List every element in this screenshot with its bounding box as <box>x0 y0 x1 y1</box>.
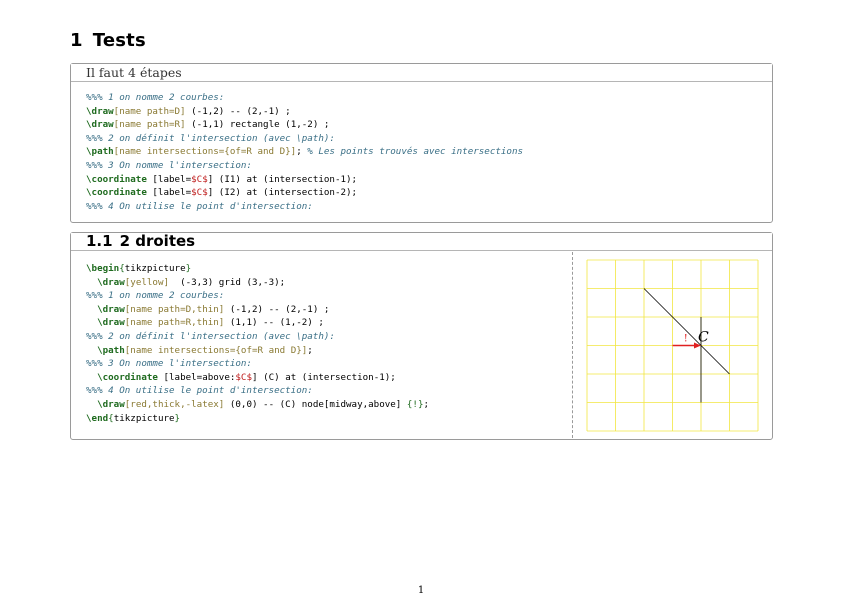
code-token: %%% 3 On nomme l'intersection: <box>86 159 252 171</box>
code-line: \path[name intersections={of=R and D}]; … <box>86 145 523 159</box>
code-line: \coordinate [label=$C$] (I2) at (interse… <box>86 186 523 200</box>
code-token: tikzpicture <box>113 412 175 424</box>
code-token: \begin <box>86 263 120 274</box>
code-line: \draw[red,thick,-latex] (0,0) -- (C) nod… <box>86 398 429 412</box>
code-token: \path <box>86 146 114 158</box>
tikz-figure-canvas: ! C <box>586 259 759 432</box>
code-token: $C$ <box>191 187 208 199</box>
section-heading: 1 Tests <box>70 30 146 51</box>
code-line: %%% 3 On nomme l'intersection: <box>86 159 523 173</box>
code-line: %%% 3 On nomme l'intersection: <box>86 357 429 371</box>
code-token: [name path=R] <box>113 119 186 131</box>
tikz-figure: ! C <box>586 259 759 437</box>
code-line: \draw[name path=D,thin] (-1,2) -- (2,-1)… <box>86 303 429 317</box>
code-token: \coordinate <box>97 371 158 383</box>
code-token: \draw <box>97 398 125 410</box>
code-line: %%% 1 on nomme 2 courbes: <box>86 289 429 303</box>
code-token: %%% 1 on nomme 2 courbes: <box>86 290 225 302</box>
code-token: [red,thick,-latex] <box>124 398 225 410</box>
code-token: \end <box>86 412 109 424</box>
code-figure-divider <box>572 252 573 438</box>
code-line: \coordinate [label=$C$] (I1) at (interse… <box>86 173 523 187</box>
code-token: \draw <box>97 303 125 315</box>
section-title: Tests <box>92 30 146 51</box>
line-d <box>643 288 730 375</box>
code-token: \draw <box>86 119 114 131</box>
code-token: \draw <box>86 105 114 117</box>
code-token: %%% 4 On utilise le point d'intersection… <box>86 385 313 397</box>
code-line: %%% 2 on définit l'intersection (avec \p… <box>86 132 523 146</box>
code-token: {!} <box>406 398 424 410</box>
code-token: [name intersections={of=R and D}] <box>113 146 297 158</box>
code-line: %%% 4 On utilise le point d'intersection… <box>86 384 429 398</box>
point-label: C <box>698 330 709 346</box>
code-box-title: Il faut 4 étapes <box>71 64 772 82</box>
code-line: \end{tikzpicture} <box>86 412 429 426</box>
code-box-two-lines: 1.1 2 droites \begin{tikzpicture} \draw[y… <box>70 232 773 440</box>
code-token: [label= <box>146 187 192 199</box>
code-token: \coordinate <box>86 173 147 185</box>
code-token: (-1,2) -- (2,-1) ; <box>185 105 291 117</box>
code-token: %%% 3 On nomme l'intersection: <box>86 358 252 370</box>
code-token: %%% 2 on définit l'intersection (avec \p… <box>86 132 335 144</box>
code-token: \draw <box>97 317 125 329</box>
code-token: (1,1) -- (1,-2) ; <box>224 317 324 329</box>
code-token: $C$ <box>235 371 252 383</box>
code-token: %%% 2 on définit l'intersection (avec \p… <box>86 330 335 342</box>
code-listing-steps: %%% 1 on nomme 2 courbes: \draw[name path… <box>86 91 523 213</box>
subsection-title: 2 droites <box>119 232 196 250</box>
subsection-heading: 1.1 2 droites <box>71 233 772 251</box>
code-line: \begin{tikzpicture} <box>86 262 429 276</box>
code-line: %%% 2 on définit l'intersection (avec \p… <box>86 330 429 344</box>
code-token: ] (C) at (intersection-1); <box>252 371 396 383</box>
code-line: \draw[yellow] (-3,3) grid (3,-3); <box>86 276 429 290</box>
code-token: ; <box>423 398 430 410</box>
code-token: %%% 4 On utilise le point d'intersection… <box>86 200 313 212</box>
code-token: (-1,2) -- (2,-1) ; <box>224 303 330 315</box>
code-token: \draw <box>97 276 125 288</box>
code-token: tikzpicture <box>124 263 186 274</box>
code-line: \draw[name path=R,thin] (1,1) -- (1,-2) … <box>86 316 429 330</box>
code-token: % Les points trouvés avec intersections <box>307 146 524 158</box>
section-number: 1 <box>70 30 83 51</box>
code-token: } <box>185 263 192 274</box>
code-token: [label=above: <box>157 371 236 383</box>
code-line: \coordinate [label=above:$C$] (C) at (in… <box>86 371 429 385</box>
code-token: [name intersections={of=R and D}] <box>124 344 308 356</box>
code-line: \draw[name path=R] (-1,1) rectangle (1,-… <box>86 118 523 132</box>
code-token: [yellow] <box>124 276 170 288</box>
arrow-label: ! <box>684 334 688 345</box>
code-token: [name path=D,thin] <box>124 303 225 315</box>
code-line: \path[name intersections={of=R and D}]; <box>86 344 429 358</box>
code-token: } <box>174 412 181 424</box>
code-token: (-3,3) grid (3,-3); <box>169 276 286 288</box>
code-token: ] (I2) at (intersection-2); <box>207 187 358 199</box>
code-listing-tikz: \begin{tikzpicture} \draw[yellow] (-3,3)… <box>86 262 429 425</box>
code-token: [name path=D] <box>113 105 186 117</box>
code-box-steps: Il faut 4 étapes %%% 1 on nomme 2 courbe… <box>70 63 773 223</box>
code-token: ; <box>307 344 313 356</box>
code-token: [name path=R,thin] <box>124 317 225 329</box>
code-token: \path <box>97 344 125 356</box>
page-number: 1 <box>417 585 425 596</box>
code-token: (-1,1) rectangle (1,-2) ; <box>185 119 330 131</box>
code-token: $C$ <box>191 173 208 185</box>
code-line: \draw[name path=D] (-1,2) -- (2,-1) ; <box>86 105 523 119</box>
code-token: (0,0) -- (C) node[midway,above] <box>224 398 407 410</box>
code-token: ; <box>296 146 308 158</box>
code-token: \coordinate <box>86 187 147 199</box>
code-token: %%% 1 on nomme 2 courbes: <box>86 92 225 103</box>
code-line: %%% 4 On utilise le point d'intersection… <box>86 200 523 214</box>
code-token: ] (I1) at (intersection-1); <box>207 173 358 185</box>
code-token: [label= <box>146 173 192 185</box>
code-line: %%% 1 on nomme 2 courbes: <box>86 91 523 105</box>
subsection-number: 1.1 <box>86 232 113 250</box>
